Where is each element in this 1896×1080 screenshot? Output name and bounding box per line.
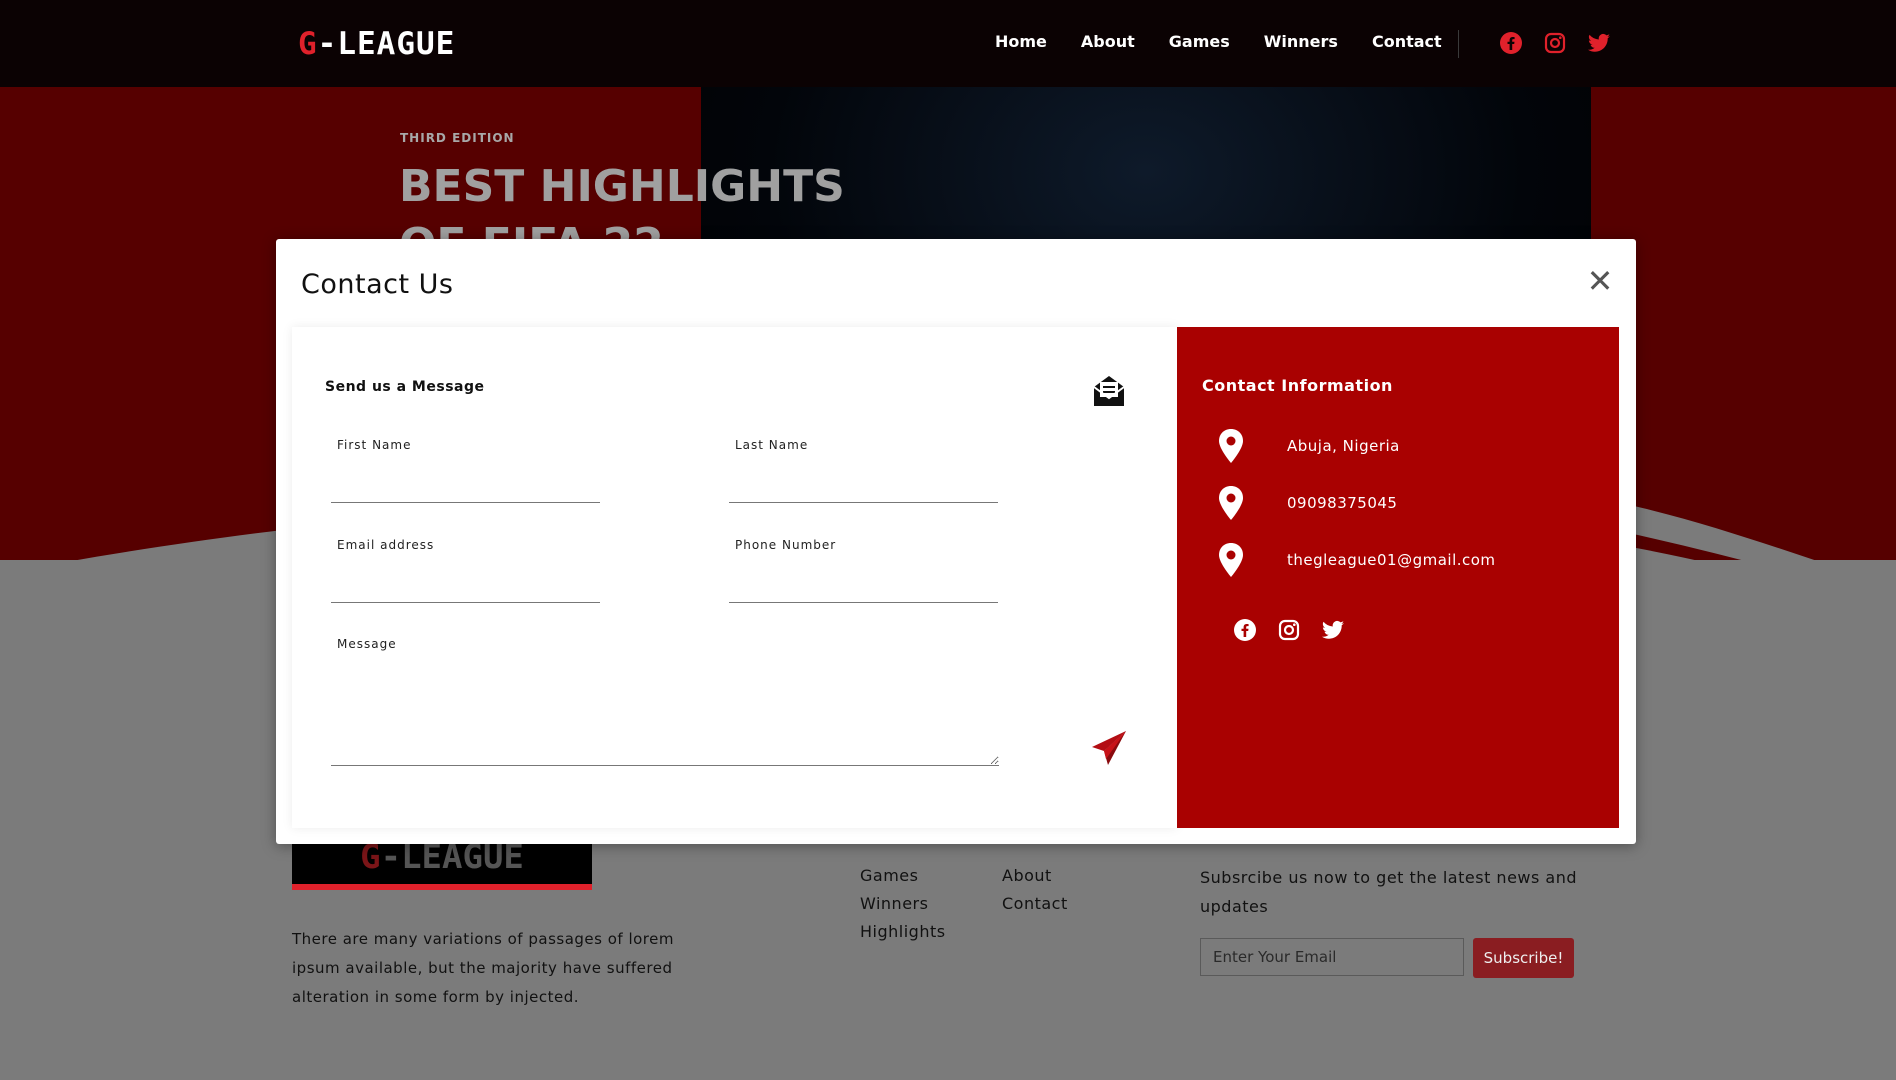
phone-field: Phone Number [729, 538, 998, 603]
envelope-open-icon [1091, 373, 1127, 409]
last-name-label: Last Name [735, 438, 809, 452]
location-pin-icon [1219, 486, 1243, 520]
phone-label: Phone Number [735, 538, 837, 552]
info-phone: 09098375045 [1217, 485, 1397, 521]
location-text: Abuja, Nigeria [1287, 437, 1400, 455]
info-location: Abuja, Nigeria [1217, 428, 1400, 464]
phone-text: 09098375045 [1287, 494, 1398, 512]
contact-info-panel: Contact Information Abuja, Nigeria 09098… [1177, 327, 1619, 828]
first-name-label: First Name [337, 438, 412, 452]
instagram-icon[interactable] [1277, 618, 1301, 642]
phone-input[interactable] [729, 566, 998, 603]
message-label: Message [337, 637, 397, 651]
message-form: Send us a Message First Name Last Name E… [292, 327, 1177, 828]
modal-title: Contact Us [301, 269, 454, 300]
message-field: Message [331, 637, 999, 766]
close-icon[interactable]: ✕ [1584, 265, 1616, 297]
message-textarea[interactable] [331, 665, 999, 766]
email-text[interactable]: thegleague01@gmail.com [1287, 551, 1496, 569]
first-name-input[interactable] [331, 466, 600, 503]
last-name-field: Last Name [729, 438, 998, 503]
twitter-icon[interactable] [1321, 618, 1345, 642]
last-name-input[interactable] [729, 466, 998, 503]
form-heading: Send us a Message [325, 379, 485, 395]
location-pin-icon [1219, 429, 1243, 463]
info-email: thegleague01@gmail.com [1217, 542, 1496, 578]
facebook-icon[interactable] [1233, 618, 1257, 642]
info-social-links [1233, 618, 1345, 642]
send-icon[interactable] [1090, 729, 1128, 767]
email-input[interactable] [331, 566, 600, 603]
first-name-field: First Name [331, 438, 600, 503]
info-heading: Contact Information [1202, 376, 1393, 395]
email-field: Email address [331, 538, 600, 603]
email-label: Email address [337, 538, 435, 552]
location-pin-icon [1219, 543, 1243, 577]
contact-modal: Contact Us ✕ Send us a Message First Nam… [276, 239, 1636, 844]
